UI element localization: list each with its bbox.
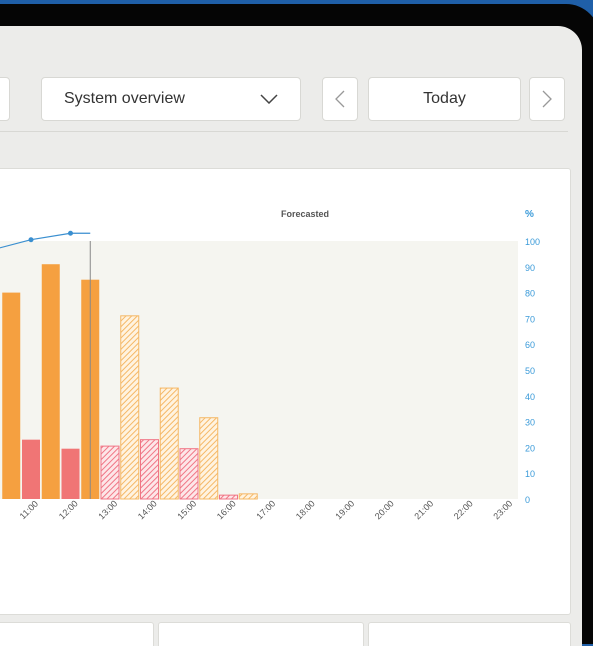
- date-label-box[interactable]: Today: [368, 77, 521, 121]
- chevron-down-icon: [260, 94, 278, 104]
- toolbar-left-control[interactable]: [0, 77, 10, 121]
- app-screen: System overview Today: [0, 26, 582, 646]
- bottom-card-1: [0, 622, 154, 646]
- chart-card: [0, 168, 571, 615]
- date-label: Today: [423, 90, 466, 107]
- chevron-left-icon: [335, 90, 345, 108]
- view-select-dropdown[interactable]: System overview: [41, 77, 301, 121]
- bottom-card-3: [368, 622, 571, 646]
- next-date-button[interactable]: [529, 77, 565, 121]
- previous-date-button[interactable]: [322, 77, 358, 121]
- toolbar-divider: [0, 131, 568, 132]
- view-select-label: System overview: [64, 90, 185, 107]
- chevron-right-icon: [542, 90, 552, 108]
- bottom-card-2: [158, 622, 364, 646]
